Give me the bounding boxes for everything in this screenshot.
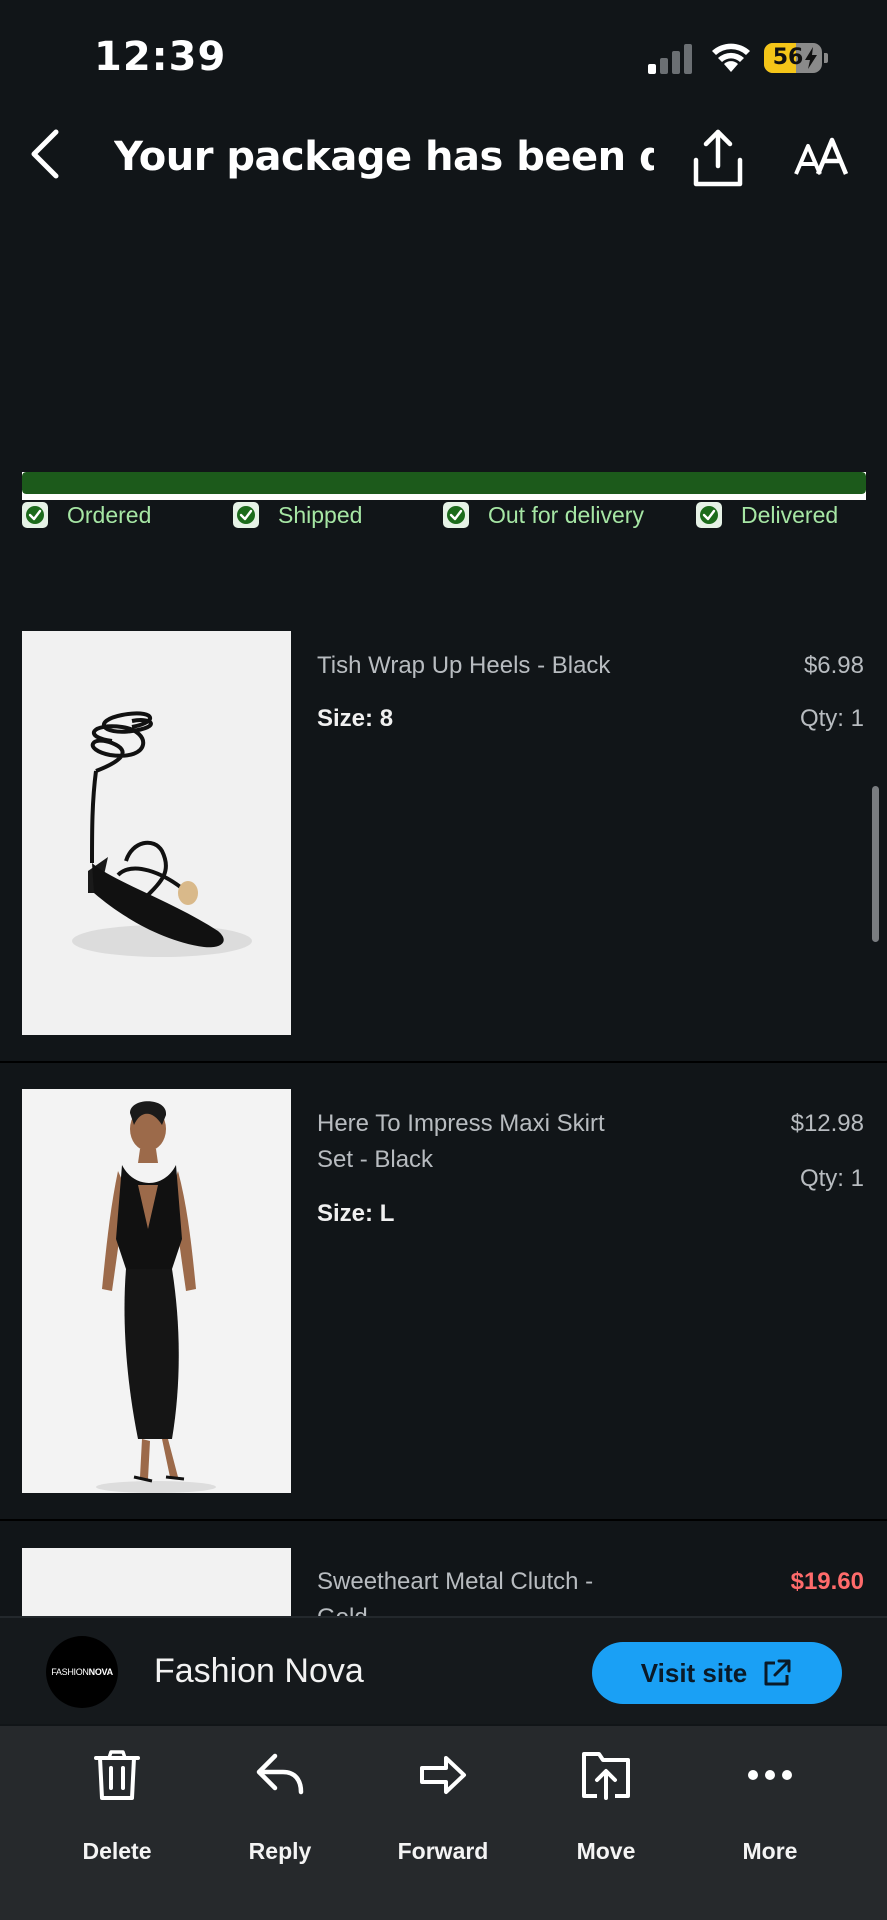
delete-button[interactable]: Delete	[52, 1750, 182, 1870]
step-label: Shipped	[278, 501, 363, 528]
email-header: Your package has been deli...	[0, 110, 887, 210]
delivery-progress-fill	[22, 472, 866, 494]
back-button[interactable]	[20, 122, 72, 186]
wifi-icon	[712, 43, 750, 72]
visit-site-label: Visit site	[640, 1657, 748, 1688]
product-size: Size: 8	[317, 705, 394, 732]
product-price-sale: $19.60	[790, 1568, 864, 1595]
forward-arrow-icon	[420, 1756, 466, 1794]
battery-icon: 56	[764, 43, 828, 73]
step-label: Ordered	[67, 501, 152, 528]
text-size-button[interactable]	[794, 136, 850, 180]
delete-label: Delete	[82, 1838, 152, 1864]
delivery-progress-bar	[22, 472, 866, 500]
more-button[interactable]: More	[705, 1750, 835, 1870]
item-divider	[0, 1061, 887, 1063]
external-link-icon	[764, 1659, 791, 1686]
product-quantity: Qty: 1	[799, 705, 864, 732]
check-icon	[696, 502, 722, 528]
share-button[interactable]	[690, 126, 746, 190]
product-image-clutch[interactable]	[22, 1548, 291, 1616]
step-out-for-delivery: Out for delivery	[443, 500, 644, 530]
product-price: $12.98	[790, 1110, 864, 1137]
product-image-heels[interactable]	[22, 631, 291, 1035]
step-label: Delivered	[741, 501, 839, 528]
forward-button[interactable]: Forward	[378, 1750, 508, 1870]
sender-banner: FASHIONNOVA Fashion Nova Visit site	[0, 1616, 887, 1724]
sender-name: Fashion Nova	[154, 1652, 364, 1690]
move-folder-icon	[582, 1752, 630, 1800]
product-name: Sweetheart Metal Clutch - Gold	[317, 1568, 594, 1616]
status-time: 12:39	[94, 34, 227, 80]
visit-site-button[interactable]: Visit site	[592, 1642, 842, 1704]
check-icon	[233, 502, 259, 528]
reply-icon	[256, 1753, 304, 1795]
check-icon	[443, 502, 469, 528]
check-icon	[22, 502, 48, 528]
bottom-toolbar: Delete Reply Forward Move More	[0, 1726, 887, 1920]
step-shipped: Shipped	[233, 500, 362, 530]
step-label: Out for delivery	[488, 501, 644, 528]
delivery-steps: Ordered Shipped Out for delivery Deliver…	[0, 500, 887, 540]
reply-label: Reply	[248, 1838, 312, 1864]
product-price: $6.98	[803, 652, 864, 679]
scrollbar[interactable]	[872, 786, 879, 942]
more-label: More	[742, 1838, 798, 1864]
product-name: Here To Impress Maxi Skirt Set - Black	[317, 1110, 605, 1173]
step-delivered: Delivered	[696, 500, 838, 530]
cellular-signal-icon	[648, 44, 692, 74]
step-ordered: Ordered	[22, 500, 151, 530]
product-quantity: Qty: 1	[799, 1165, 864, 1192]
product-image-maxi-skirt-set[interactable]	[22, 1089, 291, 1493]
sender-logo: FASHIONNOVA	[46, 1636, 118, 1708]
move-button[interactable]: Move	[541, 1750, 671, 1870]
reply-button[interactable]: Reply	[215, 1750, 345, 1870]
product-name: Tish Wrap Up Heels - Black	[317, 652, 611, 679]
email-subject: Your package has been deli...	[114, 134, 654, 180]
item-divider	[0, 1519, 887, 1521]
status-bar: 12:39 56	[0, 0, 887, 110]
move-label: Move	[576, 1838, 636, 1864]
trash-icon	[94, 1750, 140, 1800]
more-dots-icon	[748, 1770, 792, 1780]
product-size: Size: L	[317, 1200, 395, 1227]
forward-label: Forward	[397, 1838, 489, 1864]
